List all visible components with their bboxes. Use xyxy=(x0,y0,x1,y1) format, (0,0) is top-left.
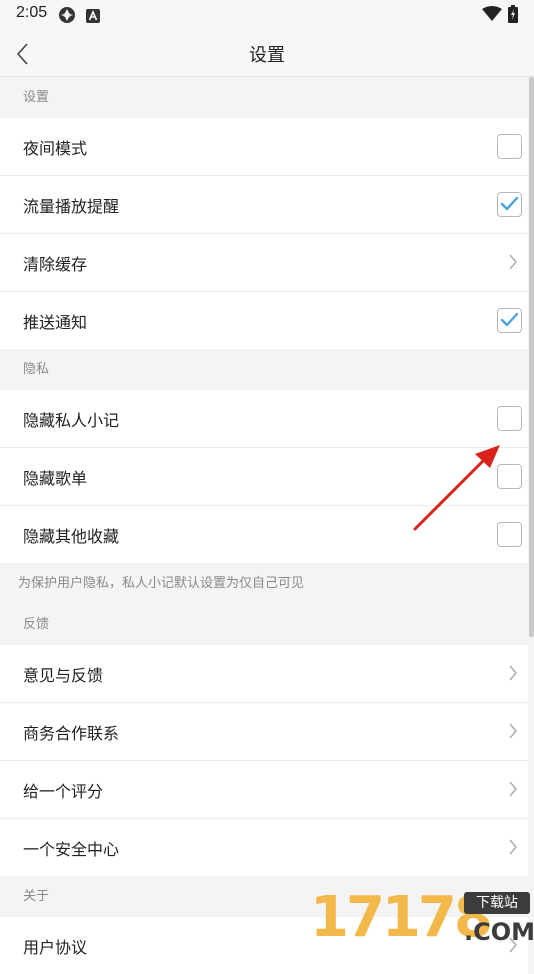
row-label: 意见与反馈 xyxy=(23,666,104,685)
check-icon xyxy=(500,312,519,327)
check-icon xyxy=(500,196,519,211)
watermark-domain: .COM xyxy=(464,918,534,946)
data-playback-alert-checkbox[interactable] xyxy=(497,192,522,217)
row-label: 清除缓存 xyxy=(23,255,88,274)
push-notifications-checkbox[interactable] xyxy=(497,308,522,333)
chevron-right-icon xyxy=(509,839,517,855)
row-label: 商务合作联系 xyxy=(23,724,120,743)
row-label: 推送通知 xyxy=(23,313,88,332)
app-bar: 设置 xyxy=(0,30,534,77)
row-label: 夜间模式 xyxy=(23,139,88,158)
scrollbar[interactable] xyxy=(529,77,534,637)
wifi-icon xyxy=(482,6,502,26)
chevron-right-icon xyxy=(509,665,517,681)
row-label: 给一个评分 xyxy=(23,782,104,801)
privacy-note: 为保护用户隐私，私人小记默认设置为仅自己可见 xyxy=(0,563,528,604)
settings-row-feedback[interactable]: 意见与反馈 xyxy=(0,645,528,703)
settings-row-night-mode[interactable]: 夜间模式 xyxy=(0,118,528,176)
section-header-privacy: 隐私 xyxy=(0,349,528,390)
row-label: 隐藏其他收藏 xyxy=(23,527,120,546)
chevron-right-icon xyxy=(509,254,517,270)
settings-row-rate-app[interactable]: 给一个评分 xyxy=(0,761,528,819)
chevron-right-icon xyxy=(509,781,517,797)
annotation-arrow-icon xyxy=(413,445,500,531)
settings-row-business-contact[interactable]: 商务合作联系 xyxy=(0,703,528,761)
night-mode-checkbox[interactable] xyxy=(497,134,522,159)
row-label: 隐藏歌单 xyxy=(23,469,88,488)
watermark-logo: 17178 下载站 .COM xyxy=(310,885,534,950)
row-label: 流量播放提醒 xyxy=(23,197,120,216)
watermark-digits: 17178 xyxy=(310,885,493,950)
section-header-feedback: 反馈 xyxy=(0,604,528,645)
status-bar: 2:05 xyxy=(0,0,534,30)
hide-private-notes-checkbox[interactable] xyxy=(497,406,522,431)
watermark-badge: 下载站 xyxy=(464,892,530,914)
section-header-settings: 设置 xyxy=(0,77,528,118)
row-label: 隐藏私人小记 xyxy=(23,411,120,430)
settings-row-security-center[interactable]: 一个安全中心 xyxy=(0,819,528,876)
row-label: 一个安全中心 xyxy=(23,840,120,859)
chevron-right-icon xyxy=(509,723,517,739)
status-time: 2:05 xyxy=(16,4,48,21)
row-label: 用户协议 xyxy=(23,938,88,957)
battery-icon xyxy=(508,5,518,27)
settings-row-clear-cache[interactable]: 清除缓存 xyxy=(0,234,528,292)
a-notification-icon xyxy=(86,8,100,27)
page-title: 设置 xyxy=(249,45,285,66)
settings-row-push-notifications[interactable]: 推送通知 xyxy=(0,292,528,349)
app-notification-icon xyxy=(58,6,76,28)
settings-row-data-playback-alert[interactable]: 流量播放提醒 xyxy=(0,176,528,234)
